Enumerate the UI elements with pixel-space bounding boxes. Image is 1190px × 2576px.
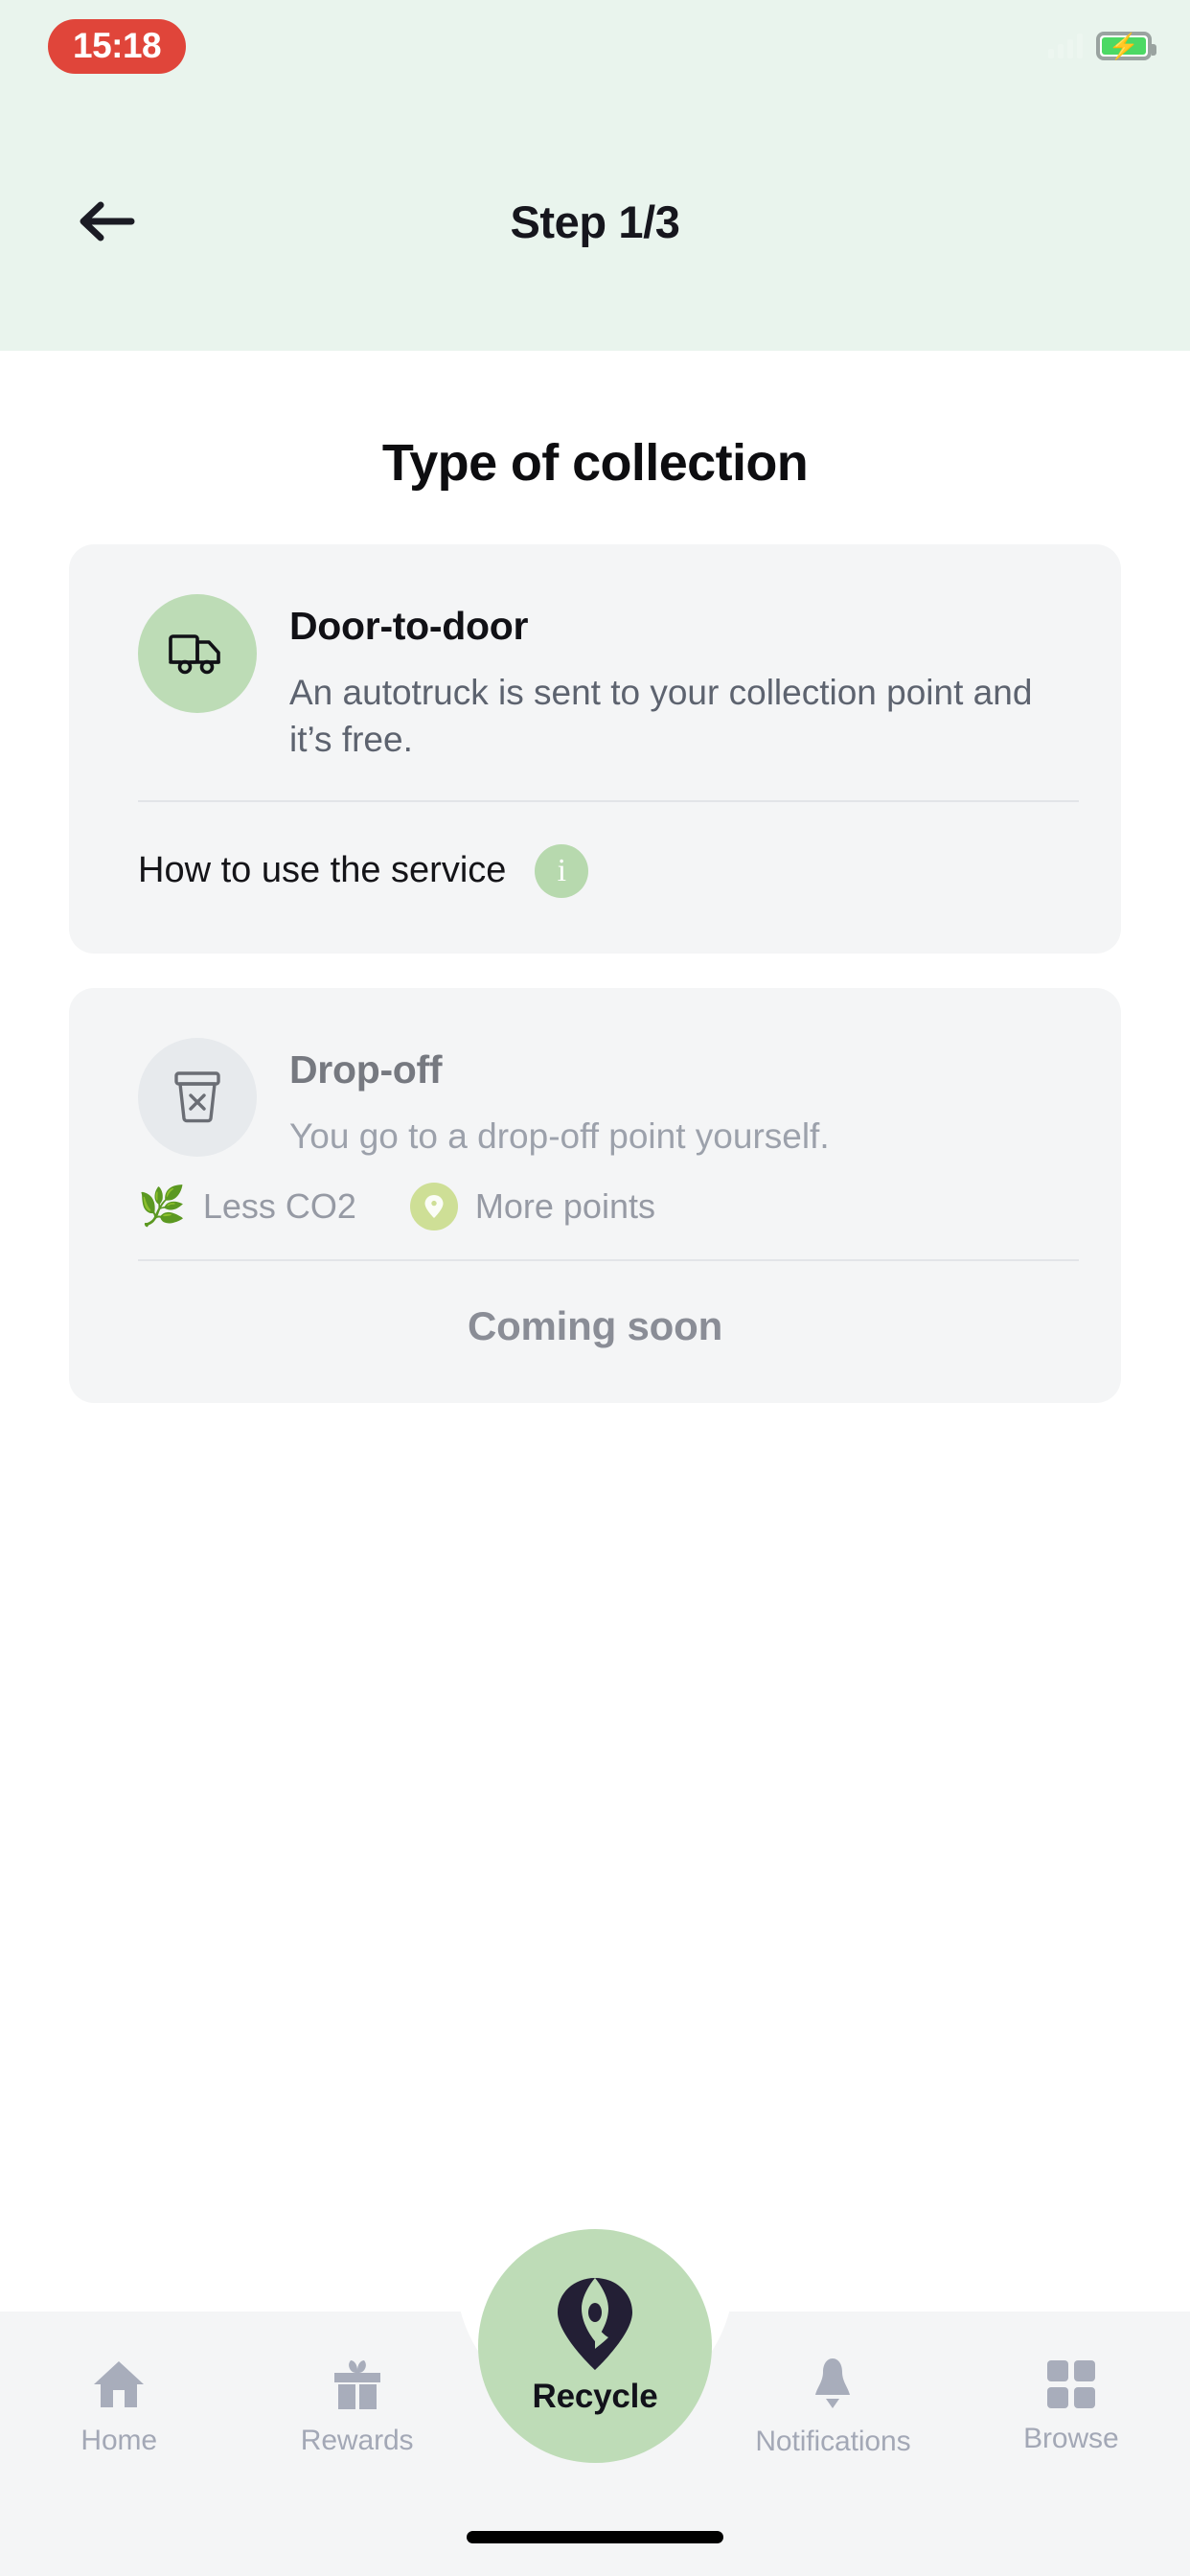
home-indicator[interactable] [467, 2531, 723, 2543]
page-content: Type of collection Door-to-door An autot… [0, 351, 1190, 1404]
option-title: Door-to-door [289, 604, 529, 648]
badge-less-co2: 🌿 Less CO2 [138, 1186, 356, 1227]
tab-rewards[interactable]: Rewards [238, 2312, 475, 2503]
tab-label: Home [80, 2425, 158, 2456]
option-card-drop-off: Drop-off You go to a drop-off point your… [69, 987, 1121, 1404]
info-icon[interactable]: i [535, 843, 589, 898]
option-badges: 🌿 Less CO2 More points [69, 1160, 1121, 1231]
status-bar-right-cluster: ⚡ [1048, 32, 1156, 60]
badge-label: Less CO2 [202, 1186, 356, 1227]
bottom-tab-bar: Home Rewards Notifications Browse Recycl… [0, 2229, 1190, 2576]
truck-icon [169, 634, 220, 675]
bin-x-icon [174, 1070, 220, 1122]
option-description: An autotruck is sent to your collection … [289, 673, 1033, 759]
page-step-title: Step 1/3 [510, 196, 680, 247]
recycle-pin-logo-icon [558, 2278, 632, 2370]
tab-label: Notifications [755, 2426, 911, 2457]
tab-label: Rewards [300, 2425, 414, 2456]
badge-more-points: More points [409, 1183, 655, 1231]
coming-soon-status: Coming soon [467, 1303, 723, 1349]
tab-browse[interactable]: Browse [952, 2312, 1190, 2503]
points-pin-icon [409, 1183, 458, 1231]
badge-label: More points [474, 1186, 655, 1227]
back-button[interactable] [59, 175, 151, 267]
recycle-fab-button[interactable]: Recycle [478, 2229, 712, 2463]
option-card-door-to-door[interactable]: Door-to-door An autotruck is sent to you… [69, 544, 1121, 954]
app-header: Step 1/3 [0, 92, 1190, 351]
option-icon-wrapper [138, 1037, 257, 1157]
arrow-left-icon [80, 201, 135, 242]
gift-icon [333, 2360, 380, 2409]
points-pin-glyph [424, 1195, 444, 1219]
home-icon [94, 2361, 145, 2407]
battery-charging-icon: ⚡ [1096, 32, 1156, 60]
recording-time-pill: 15:18 [48, 18, 187, 74]
card-text: Drop-off You go to a drop-off point your… [289, 1038, 1079, 1161]
grid-squares-icon [1046, 2360, 1095, 2408]
signal-bars-icon [1048, 34, 1083, 58]
option-icon-wrapper [138, 594, 257, 713]
how-to-use-label: How to use the service [138, 850, 507, 891]
tab-notifications[interactable]: Notifications [714, 2312, 951, 2503]
page-title: Type of collection [381, 434, 809, 492]
status-bar: 15:18 ⚡ [0, 0, 1190, 92]
card-body: Drop-off You go to a drop-off point your… [69, 988, 1121, 1161]
herb-leaf-icon: 🌿 [138, 1185, 186, 1229]
tab-label: Browse [1023, 2423, 1119, 2454]
tab-home[interactable]: Home [0, 2312, 238, 2503]
how-to-use-row[interactable]: How to use the service i [69, 802, 1121, 954]
card-body: Door-to-door An autotruck is sent to you… [69, 544, 1121, 764]
card-text: Door-to-door An autotruck is sent to you… [289, 594, 1079, 764]
recycle-fab-label: Recycle [532, 2378, 658, 2415]
bell-icon [815, 2358, 851, 2408]
option-title: Drop-off [289, 1046, 443, 1092]
option-description: You go to a drop-off point yourself. [289, 1116, 830, 1156]
